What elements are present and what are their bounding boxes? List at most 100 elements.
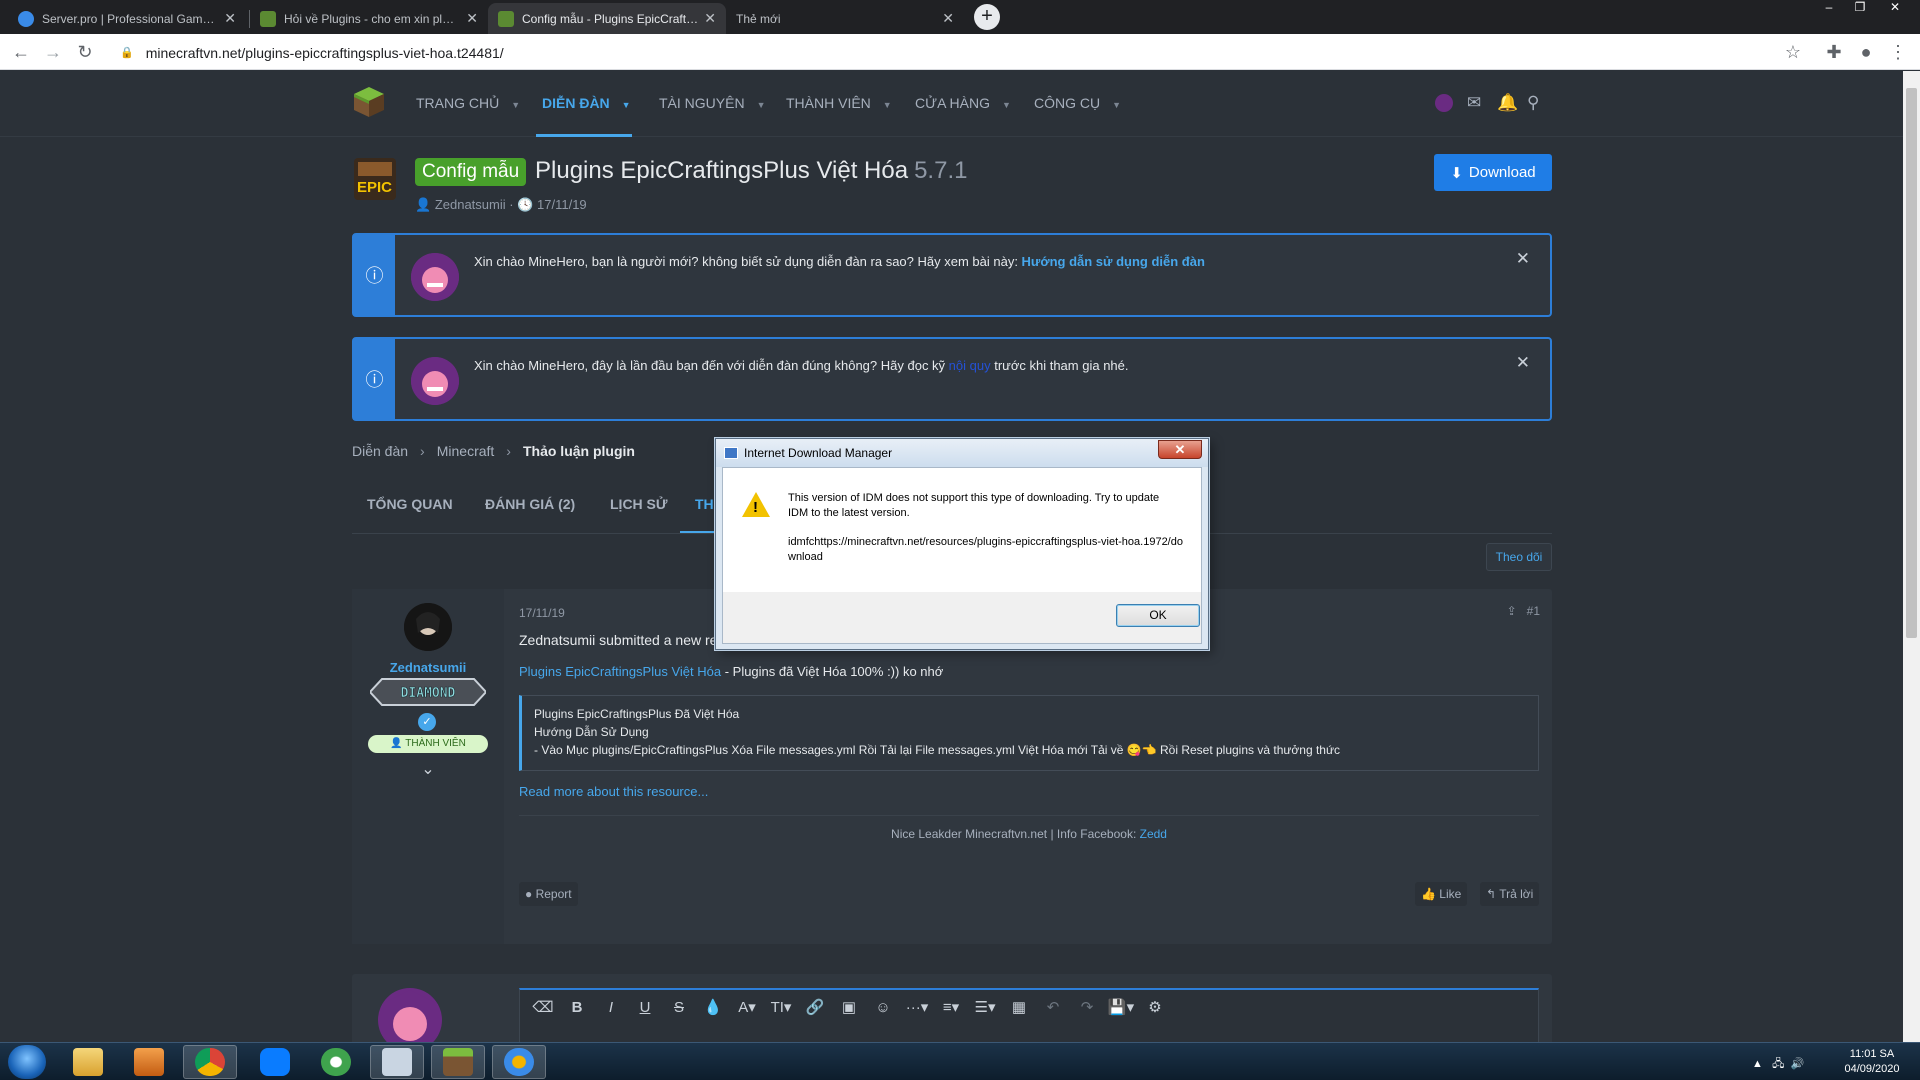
- extensions-icon[interactable]: ✚: [1822, 40, 1846, 64]
- reload-icon[interactable]: ↻: [73, 40, 97, 64]
- scrollbar-thumb[interactable]: [1906, 88, 1917, 638]
- align-icon[interactable]: ≡▾: [934, 998, 968, 1016]
- close-icon[interactable]: ✕: [224, 10, 236, 27]
- close-icon[interactable]: ✕: [942, 10, 954, 27]
- nav-tai-nguyen[interactable]: TÀI NGUYÊN ▼: [659, 95, 766, 111]
- site-logo[interactable]: [352, 85, 386, 119]
- avatar[interactable]: [404, 603, 452, 651]
- rules-link[interactable]: nội quy: [949, 358, 991, 373]
- prefix-badge[interactable]: Config mẫu: [415, 158, 527, 186]
- profile-icon[interactable]: ●: [1854, 40, 1878, 64]
- taskbar-app[interactable]: [61, 1045, 115, 1079]
- address-bar[interactable]: 🔒 minecraftvn.net/plugins-epiccraftingsp…: [108, 39, 1800, 66]
- chevron-down-icon[interactable]: ▼: [622, 100, 631, 110]
- reply-button[interactable]: ↰ Trả lời: [1480, 882, 1540, 906]
- undo-icon[interactable]: ↶: [1036, 998, 1070, 1016]
- inbox-icon[interactable]: ✉: [1467, 93, 1481, 113]
- redo-icon[interactable]: ↷: [1070, 998, 1104, 1016]
- taskbar-app-active[interactable]: [492, 1045, 546, 1079]
- taskbar-app[interactable]: [248, 1045, 302, 1079]
- breadcrumb-item[interactable]: Minecraft: [437, 443, 495, 459]
- report-button[interactable]: ● Report: [519, 882, 578, 906]
- taskbar-app-active[interactable]: [431, 1045, 485, 1079]
- tab-discussion[interactable]: TH: [695, 496, 714, 512]
- tab-overview[interactable]: TỔNG QUAN: [367, 496, 453, 512]
- minimize-button[interactable]: ‒: [1814, 0, 1844, 16]
- download-button[interactable]: ⬇ Download: [1434, 154, 1552, 191]
- color-icon[interactable]: 💧: [696, 998, 730, 1016]
- taskbar-app[interactable]: [122, 1045, 176, 1079]
- chevron-down-icon[interactable]: ▼: [883, 100, 892, 110]
- nav-thanh-vien[interactable]: THÀNH VIÊN ▼: [786, 95, 892, 111]
- user-avatar-icon[interactable]: [1435, 94, 1453, 112]
- forward-icon[interactable]: →: [41, 40, 65, 64]
- taskbar-app-active[interactable]: [183, 1045, 237, 1079]
- chevron-down-icon[interactable]: ▼: [1112, 100, 1121, 110]
- close-icon[interactable]: ✕: [1516, 249, 1530, 269]
- browser-tab[interactable]: Hỏi về Plugins - cho em xin plugin ✕: [250, 3, 488, 34]
- show-hidden-icons[interactable]: ▲: [1752, 1058, 1763, 1070]
- bold-icon[interactable]: B: [560, 999, 594, 1016]
- browser-tab[interactable]: Thẻ mới ✕: [726, 3, 964, 34]
- network-icon[interactable]: 🖧: [1772, 1058, 1784, 1070]
- tab-history[interactable]: LỊCH SỬ: [610, 496, 668, 512]
- close-icon[interactable]: ✕: [704, 10, 716, 27]
- dialog-titlebar[interactable]: Internet Download Manager ✕: [716, 439, 1208, 467]
- taskbar-app[interactable]: [309, 1045, 363, 1079]
- dialog-close-button[interactable]: ✕: [1158, 440, 1202, 459]
- start-button[interactable]: [8, 1045, 46, 1079]
- breadcrumb-current[interactable]: Thảo luận plugin: [523, 443, 635, 459]
- close-icon[interactable]: ✕: [466, 10, 478, 27]
- image-icon[interactable]: ▣: [832, 998, 866, 1016]
- font-icon[interactable]: A▾: [730, 998, 764, 1016]
- strikethrough-icon[interactable]: S: [662, 999, 696, 1016]
- taskbar-app-active[interactable]: [370, 1045, 424, 1079]
- guide-link[interactable]: Hướng dẫn sử dụng diễn đàn: [1022, 254, 1205, 269]
- menu-icon[interactable]: ⋮: [1886, 40, 1910, 64]
- nav-dien-dan[interactable]: DIỄN ĐÀN ▼: [542, 95, 631, 111]
- nav-cua-hang[interactable]: CỬA HÀNG ▼: [915, 95, 1011, 111]
- browser-tab-active[interactable]: Config mẫu - Plugins EpicCrafting ✕: [488, 3, 726, 34]
- author-link[interactable]: Zednatsumii: [435, 197, 506, 212]
- post-date[interactable]: 17/11/19: [519, 606, 565, 620]
- bell-icon[interactable]: 🔔: [1497, 93, 1518, 113]
- gear-icon[interactable]: ⚙: [1138, 998, 1172, 1016]
- chevron-down-icon[interactable]: ⌄: [352, 759, 504, 779]
- signature-link[interactable]: Zedd: [1140, 827, 1167, 841]
- more-icon[interactable]: ···▾: [900, 998, 934, 1016]
- chevron-down-icon[interactable]: ▼: [757, 100, 766, 110]
- list-icon[interactable]: ☰▾: [968, 998, 1002, 1016]
- table-icon[interactable]: ▦: [1002, 998, 1036, 1016]
- underline-icon[interactable]: U: [628, 999, 662, 1016]
- back-icon[interactable]: ←: [9, 40, 33, 64]
- like-button[interactable]: 👍 Like: [1415, 882, 1468, 906]
- save-draft-icon[interactable]: 💾▾: [1104, 998, 1138, 1016]
- smiley-icon[interactable]: ☺: [866, 999, 900, 1016]
- close-icon[interactable]: ✕: [1516, 353, 1530, 373]
- ok-button[interactable]: OK: [1116, 604, 1200, 627]
- nav-trang-chu[interactable]: TRANG CHỦ ▼: [416, 95, 520, 111]
- eraser-icon[interactable]: ⌫: [526, 998, 560, 1016]
- tab-reviews[interactable]: ĐÁNH GIÁ (2): [485, 496, 575, 512]
- chevron-down-icon[interactable]: ▼: [511, 100, 520, 110]
- link-icon[interactable]: 🔗: [798, 998, 832, 1016]
- text-size-icon[interactable]: TI▾: [764, 998, 798, 1016]
- system-clock[interactable]: 11:01 SA 04/09/2020: [1830, 1047, 1914, 1077]
- bookmark-star-icon[interactable]: ☆: [1781, 40, 1805, 64]
- volume-icon[interactable]: 🔊: [1790, 1058, 1804, 1070]
- new-tab-button[interactable]: +: [974, 4, 1000, 30]
- nav-cong-cu[interactable]: CÔNG CỤ ▼: [1034, 95, 1121, 111]
- reply-editor[interactable]: ⌫ B I U S 💧 A▾ TI▾ 🔗 ▣ ☺ ···▾ ≡▾ ☰▾ ▦ ↶ …: [519, 988, 1539, 1042]
- chevron-down-icon[interactable]: ▼: [1002, 100, 1011, 110]
- italic-icon[interactable]: I: [594, 999, 628, 1016]
- search-icon[interactable]: ⚲: [1527, 93, 1539, 113]
- maximize-button[interactable]: ❐: [1845, 0, 1875, 16]
- resource-link[interactable]: Plugins EpicCraftingsPlus Việt Hóa: [519, 664, 721, 679]
- window-close-button[interactable]: ✕: [1880, 0, 1910, 16]
- post-number[interactable]: #1: [1527, 604, 1540, 618]
- username-link[interactable]: Zednatsumii: [352, 660, 504, 675]
- browser-tab[interactable]: Server.pro | Professional Game Se ✕: [8, 3, 246, 34]
- follow-button[interactable]: Theo dõi: [1486, 543, 1552, 571]
- breadcrumb-item[interactable]: Diễn đàn: [352, 443, 408, 459]
- share-icon[interactable]: ⇪: [1507, 604, 1517, 618]
